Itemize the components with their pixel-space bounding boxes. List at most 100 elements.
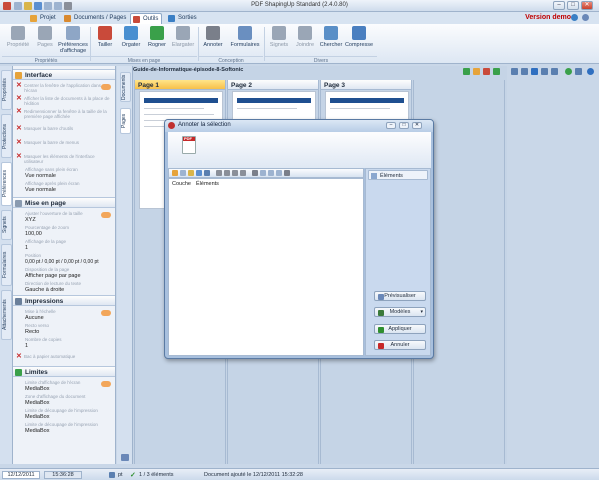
status-unit[interactable]: pt (118, 472, 123, 478)
column-header-layer[interactable]: Couche (172, 181, 191, 187)
field-value[interactable]: 0,00 pt / 0,00 pt / 0,00 pt / 0,00 pt (25, 259, 99, 265)
search-icon (324, 26, 338, 40)
tab-protections[interactable]: Protections (1, 114, 12, 158)
checkmark-icon (378, 327, 384, 333)
tab-outils[interactable]: Outils (130, 13, 163, 24)
preview-button[interactable]: Prévisualiser (374, 291, 426, 301)
zoom-page-icon[interactable] (493, 68, 500, 75)
property-button[interactable]: Propriété (3, 26, 33, 56)
field-value[interactable]: 1 (25, 245, 28, 251)
section-layout[interactable]: Mise en page (13, 197, 115, 208)
apply-button[interactable]: Appliquer (374, 324, 426, 334)
column-header-elements[interactable]: Éléments (196, 181, 219, 187)
tab-signets[interactable]: Signets (1, 210, 12, 240)
eraser-icon[interactable] (284, 170, 290, 176)
section-limits[interactable]: Limites (13, 366, 115, 377)
annotation-list[interactable]: Couche Éléments (168, 178, 364, 356)
page-thumbnail[interactable] (325, 91, 409, 121)
tab-projet[interactable]: Projet (28, 13, 59, 24)
field-value[interactable]: 100,00 (25, 231, 42, 237)
display-preferences-button[interactable]: Préférences d'affichage (56, 26, 90, 56)
tab-documents-pages[interactable]: Documents / Pages (62, 13, 129, 24)
elements-tab[interactable]: Éléments (368, 170, 428, 180)
field-value[interactable]: XYZ (25, 217, 36, 223)
formulaires-button[interactable]: Formulaires (228, 26, 262, 56)
tab-sorties[interactable]: Sorties (166, 13, 200, 24)
annotation-toolbar (168, 168, 364, 178)
close-button[interactable]: ✕ (581, 1, 593, 10)
tab-preferences[interactable]: Préférences (1, 162, 12, 206)
cancel-button[interactable]: Annuler (374, 340, 426, 350)
options-icon[interactable] (582, 14, 589, 21)
tab-documents[interactable]: Documents (120, 72, 131, 102)
copy-icon[interactable] (216, 170, 222, 176)
field-value[interactable]: Afficher page par page (25, 273, 81, 279)
text-tool-icon[interactable] (196, 170, 202, 176)
cut-tool-icon[interactable] (252, 170, 258, 176)
move-up-icon[interactable] (260, 170, 266, 176)
maximize-button[interactable]: □ (567, 1, 579, 10)
dialog-close-button[interactable]: ✕ (412, 122, 422, 129)
first-page-icon[interactable] (511, 68, 518, 75)
pref-hide-ui[interactable]: Masquer les éléments de l'interface util… (15, 154, 114, 164)
page-thumbnail[interactable] (232, 91, 316, 121)
tab-proprietes[interactable]: Propriétés (1, 70, 12, 110)
toggle-pill[interactable] (101, 212, 111, 218)
help-circle-icon[interactable] (587, 68, 594, 75)
field-value[interactable]: MediaBox (25, 386, 49, 392)
elargater-button[interactable]: Elargater (168, 26, 198, 56)
duplicate-icon[interactable] (232, 170, 238, 176)
tab-formulaires[interactable]: Formulaires (1, 244, 12, 286)
dialog-minimize-button[interactable]: – (386, 122, 396, 129)
toggle-pill[interactable] (101, 84, 111, 90)
field-value[interactable]: Aucune (25, 315, 44, 321)
properties-tool-icon[interactable] (276, 170, 282, 176)
section-title: Mise en page (25, 200, 66, 207)
pref-center-window[interactable]: Centrer la fenêtre de l'application dans… (15, 83, 114, 93)
paste-icon[interactable] (224, 170, 230, 176)
move-down-icon[interactable] (268, 170, 274, 176)
pref-auto-tray[interactable]: Bac à papier automatique (15, 354, 114, 359)
highlight-tool-icon[interactable] (188, 170, 194, 176)
help-icon[interactable] (571, 14, 578, 21)
tab-pages[interactable]: Pages (120, 108, 131, 134)
field-value[interactable]: 1 (25, 343, 28, 349)
minimize-button[interactable]: – (553, 1, 565, 10)
pref-resize-window[interactable]: Redimensionner la fenêtre à la taille de… (15, 109, 114, 119)
compresse-button[interactable]: Compresse (342, 26, 376, 56)
section-print[interactable]: Impressions (13, 295, 115, 306)
last-page-icon[interactable] (541, 68, 548, 75)
pref-hide-menubar[interactable]: Masquer la barre de menus (15, 140, 114, 145)
field-value[interactable]: MediaBox (25, 428, 49, 434)
refresh-icon[interactable] (565, 68, 572, 75)
chevron-down-icon[interactable]: ▾ (420, 308, 423, 316)
dialog-maximize-button[interactable]: □ (399, 122, 409, 129)
field-value[interactable]: Gauche à droite (25, 287, 64, 293)
zoom-fit-icon[interactable] (483, 68, 490, 75)
toggle-pill[interactable] (101, 310, 111, 316)
grid-view-icon[interactable] (121, 454, 129, 461)
next-page-icon[interactable] (531, 68, 538, 75)
field-value[interactable]: MediaBox (25, 414, 49, 420)
settings-icon[interactable] (575, 68, 582, 75)
arrow-tool-icon[interactable] (204, 170, 210, 176)
section-interface[interactable]: Interface (13, 69, 115, 80)
new-annotation-icon[interactable] (172, 170, 178, 176)
prev-page-icon[interactable] (521, 68, 528, 75)
field-value[interactable]: Vue normale (25, 173, 56, 179)
models-button[interactable]: Modèles ▾ (374, 307, 426, 317)
single-page-icon[interactable] (551, 68, 558, 75)
pref-hide-toolbar[interactable]: Masquer la barre d'outils (15, 126, 114, 131)
field-value[interactable]: MediaBox (25, 400, 49, 406)
layer-icon[interactable] (240, 170, 246, 176)
field-value[interactable]: Vue normale (25, 187, 56, 193)
pref-show-doc-list[interactable]: Afficher la liste de documents à la plac… (15, 96, 114, 106)
tab-attachements[interactable]: Attachements (1, 290, 12, 340)
annoter-button[interactable]: Annoter (198, 26, 228, 56)
field-value[interactable]: Recto (25, 329, 39, 335)
line-tool-icon[interactable] (180, 170, 186, 176)
dialog-title-bar[interactable]: Annoter la sélection – □ ✕ (165, 120, 433, 132)
zoom-in-icon[interactable] (463, 68, 470, 75)
zoom-out-icon[interactable] (473, 68, 480, 75)
toggle-pill[interactable] (101, 381, 111, 387)
